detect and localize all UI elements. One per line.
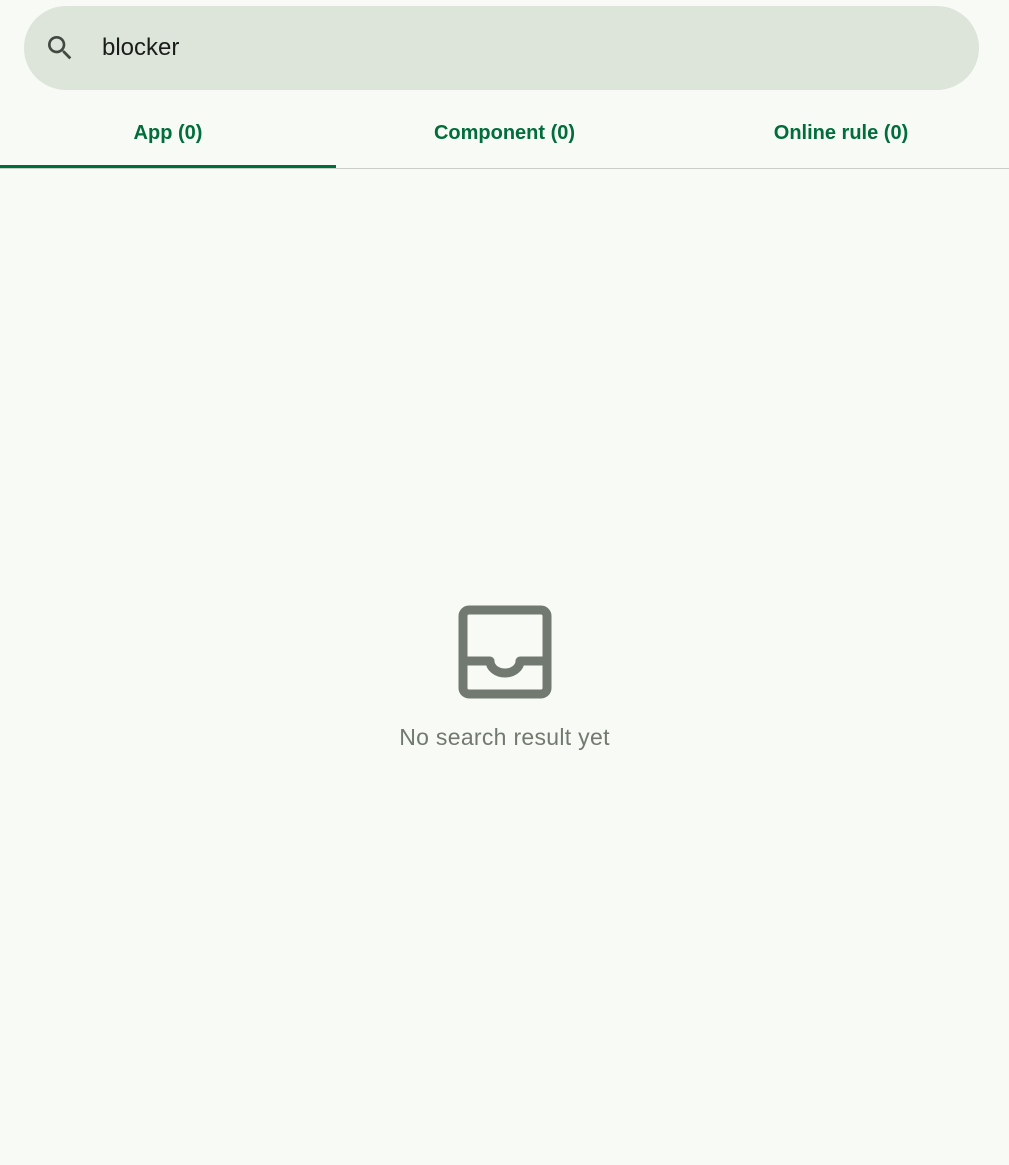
tab-online-rule-label: Online rule (0) [773, 122, 909, 144]
empty-state-message: No search result yet [399, 724, 610, 750]
tab-online-rule[interactable]: Online rule (0) [673, 100, 1009, 167]
empty-state: No search result yet [0, 604, 1009, 751]
search-bar[interactable] [24, 6, 979, 90]
search-input[interactable] [102, 26, 942, 70]
tab-app[interactable]: App (0) [0, 100, 336, 168]
tab-bar: App (0) Component (0) Online rule (0) [0, 100, 1009, 169]
tab-app-label: App (0) [133, 122, 203, 144]
search-icon[interactable] [44, 32, 76, 64]
tab-component-label: Component (0) [433, 122, 576, 144]
selected-tab-indicator [0, 165, 336, 168]
tab-component[interactable]: Component (0) [336, 100, 673, 167]
inbox-icon [457, 604, 553, 700]
